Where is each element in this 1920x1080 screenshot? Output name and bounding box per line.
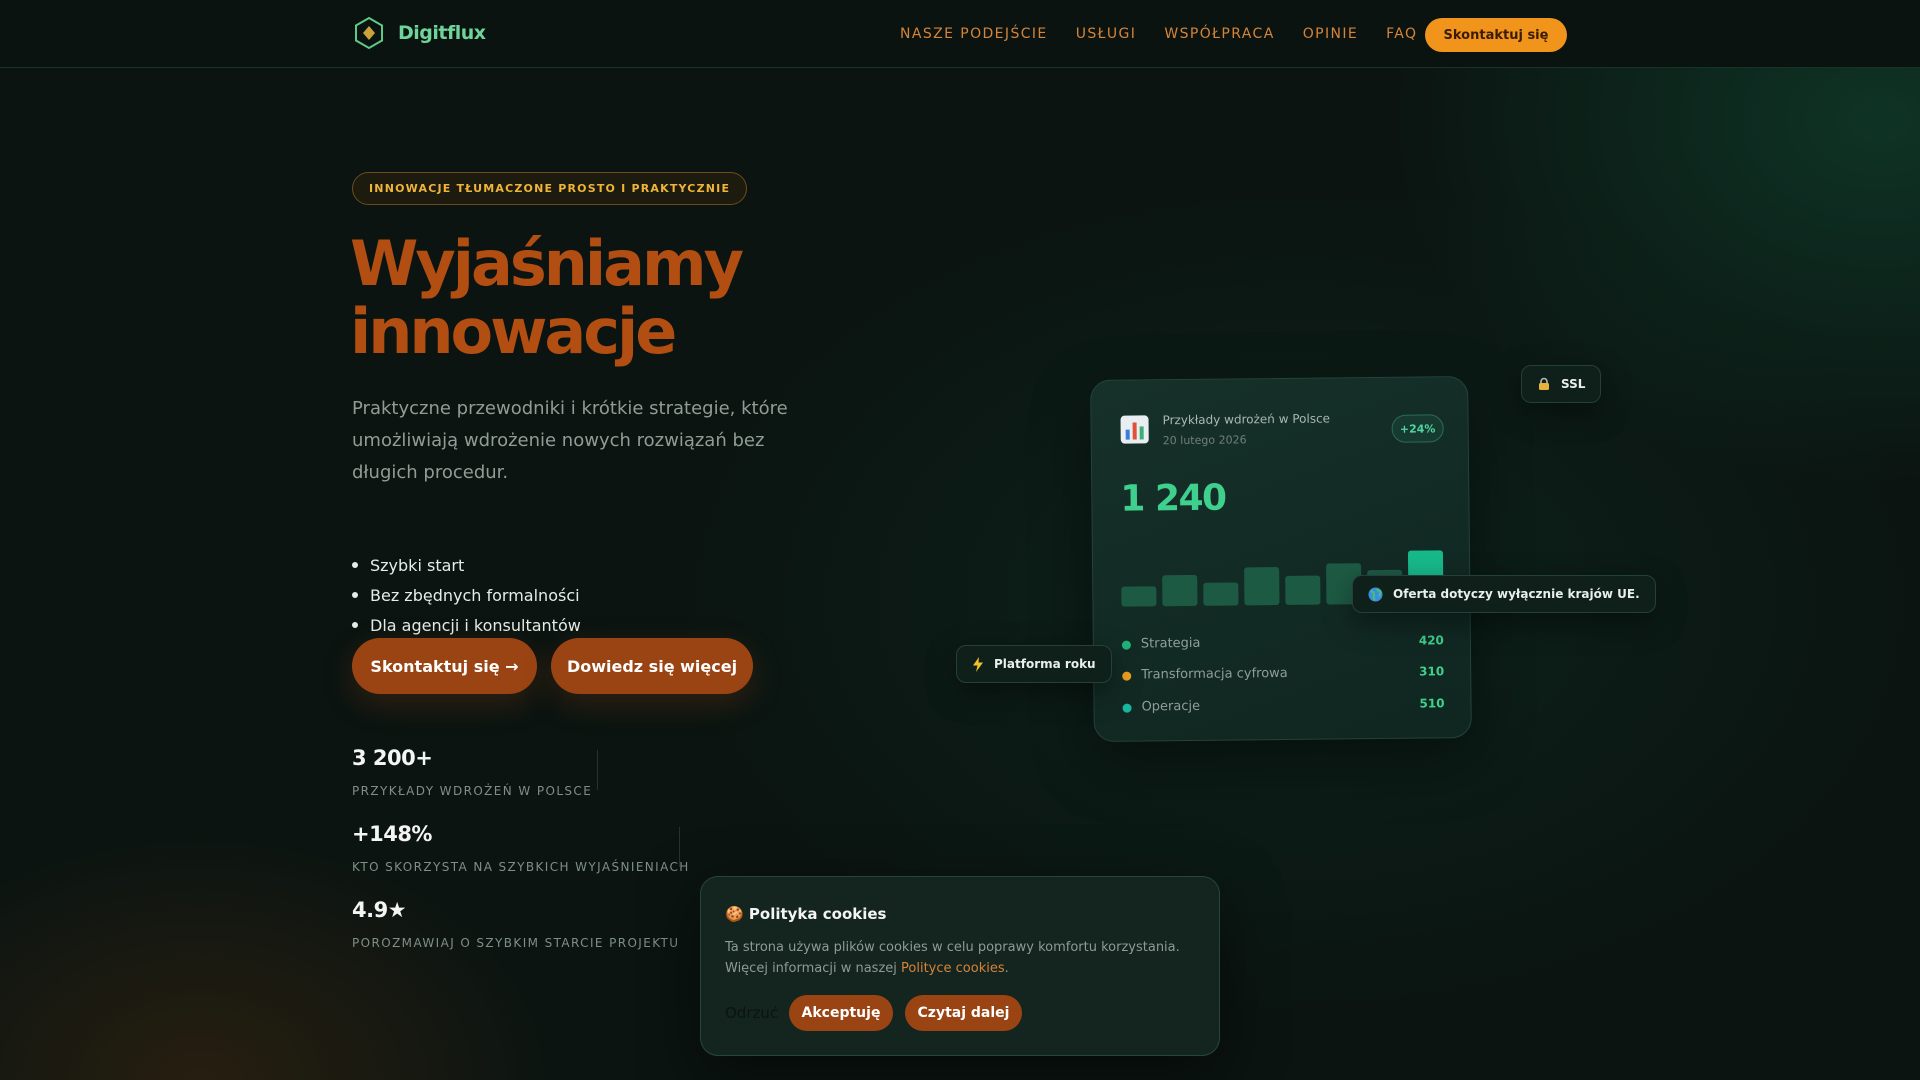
cookie-reject-button[interactable]: Odrzuć [725, 1004, 778, 1022]
nav-contact-button[interactable]: Skontaktuj się [1425, 18, 1567, 52]
stat-divider [679, 827, 680, 867]
top-navigation: Digitflux NASZE PODEJŚCIE USŁUGI WSPÓŁPR… [0, 0, 1920, 68]
platform-award-chip: Platforma roku [956, 645, 1112, 683]
learn-more-button[interactable]: Dowiedz się więcej [551, 638, 753, 694]
stat-value: 4.9★ [352, 898, 407, 922]
cookie-policy-link[interactable]: Polityce cookies [901, 961, 1005, 976]
cookie-title: 🍪 Polityka cookies [725, 905, 887, 923]
eu-only-chip: Oferta dotyczy wyłącznie krajów UE. [1352, 575, 1656, 613]
mini-bar [1162, 574, 1198, 607]
card-row-digital-transformation: Transformacja cyfrowa 310 [1122, 662, 1444, 685]
feature-list: Szybki start Bez zbędnych formalności Dl… [352, 550, 581, 640]
feature-item: Szybki start [352, 550, 581, 580]
menu-item-approach[interactable]: NASZE PODEJŚCIE [900, 26, 1048, 42]
cookie-read-more-button[interactable]: Czytaj dalej [905, 995, 1022, 1031]
mini-bar [1121, 586, 1157, 607]
hero-title-line-1: Wyjaśniamy [350, 227, 744, 300]
row-value: 310 [1419, 664, 1445, 679]
ssl-chip: SSL [1521, 365, 1602, 403]
mini-bar [1244, 567, 1280, 606]
chip-text: Oferta dotyczy wyłącznie krajów UE. [1393, 587, 1640, 601]
chip-text: SSL [1561, 377, 1586, 391]
stat-label: KTO SKORZYSTA NA SZYBKICH WYJAŚNIENIACH [352, 860, 690, 874]
menu-item-cooperation[interactable]: WSPÓŁPRACA [1164, 26, 1274, 42]
card-title: Przykłady wdrożeń w Polsce [1162, 411, 1331, 428]
cookie-description: Ta strona używa plików cookies w celu po… [725, 937, 1205, 979]
stat-rating: 4.9★ POROZMAWIAJ O SZYBKIM STARCIE PROJE… [352, 898, 679, 950]
stat-value: +148% [352, 822, 432, 846]
chip-text: Platforma roku [994, 657, 1096, 671]
row-value: 420 [1418, 633, 1444, 648]
hero-eyebrow-badge: INNOWACJE TŁUMACZONE PROSTO I PRAKTYCZNI… [352, 172, 748, 205]
stat-label: PRZYKŁADY WDROŻEŃ W POLSCE [352, 784, 593, 798]
stat-label: POROZMAWIAJ O SZYBKIM STARCIE PROJEKTU [352, 936, 680, 950]
main-menu: NASZE PODEJŚCIE USŁUGI WSPÓŁPRACA OPINIE… [900, 26, 1417, 42]
menu-item-faq[interactable]: FAQ [1386, 26, 1417, 42]
stat-value: 3 200+ [352, 746, 433, 770]
row-value: 510 [1419, 696, 1445, 711]
cookie-accept-button[interactable]: Akceptuję [789, 995, 893, 1031]
hero-description: Praktyczne przewodniki i krótkie strateg… [352, 398, 788, 483]
brand-name: Digitflux [398, 22, 486, 44]
bar-chart-icon [1120, 415, 1149, 444]
lightning-icon [973, 656, 983, 672]
cookie-period: . [1004, 961, 1009, 976]
legend-dot [1122, 671, 1132, 681]
hero-title: Wyjaśniamy innowacje [350, 230, 870, 366]
hero-contact-button[interactable]: Skontaktuj się → [352, 638, 537, 694]
mini-bar [1285, 575, 1321, 605]
growth-badge: +24% [1391, 414, 1444, 443]
brand-logo[interactable]: Digitflux [352, 16, 486, 50]
feature-item: Bez zbędnych formalności [352, 580, 581, 610]
card-date: 20 lutego 2026 [1162, 433, 1247, 448]
dashboard-preview-card: Przykłady wdrożeń w Polsce 20 lutego 202… [1090, 376, 1472, 742]
hero-title-line-2: innowacje [350, 295, 677, 368]
lock-icon [1539, 377, 1549, 390]
mini-bar [1203, 582, 1239, 606]
card-total-value: 1 240 [1120, 477, 1226, 520]
stat-growth: +148% KTO SKORZYSTA NA SZYBKICH WYJAŚNIE… [352, 822, 690, 874]
card-row-operations: Operacje 510 [1122, 694, 1445, 717]
row-label: Transformacja cyfrowa [1141, 665, 1288, 683]
hexagon-logo-icon [355, 16, 383, 50]
legend-dot [1121, 640, 1131, 650]
menu-item-services[interactable]: USŁUGI [1076, 26, 1137, 42]
menu-item-reviews[interactable]: OPINIE [1303, 26, 1358, 42]
stat-divider [597, 750, 598, 790]
stat-implementations: 3 200+ PRZYKŁADY WDROŻEŃ W POLSCE [352, 746, 592, 798]
feature-item: Dla agencji i konsultantów [352, 610, 581, 640]
globe-icon [1368, 587, 1383, 601]
card-row-strategy: Strategia 420 [1121, 631, 1444, 654]
legend-dot [1122, 703, 1132, 713]
row-label: Strategia [1140, 635, 1201, 652]
cookie-consent-banner: 🍪 Polityka cookies Ta strona używa plikó… [700, 876, 1220, 1056]
row-label: Operacje [1141, 698, 1201, 715]
